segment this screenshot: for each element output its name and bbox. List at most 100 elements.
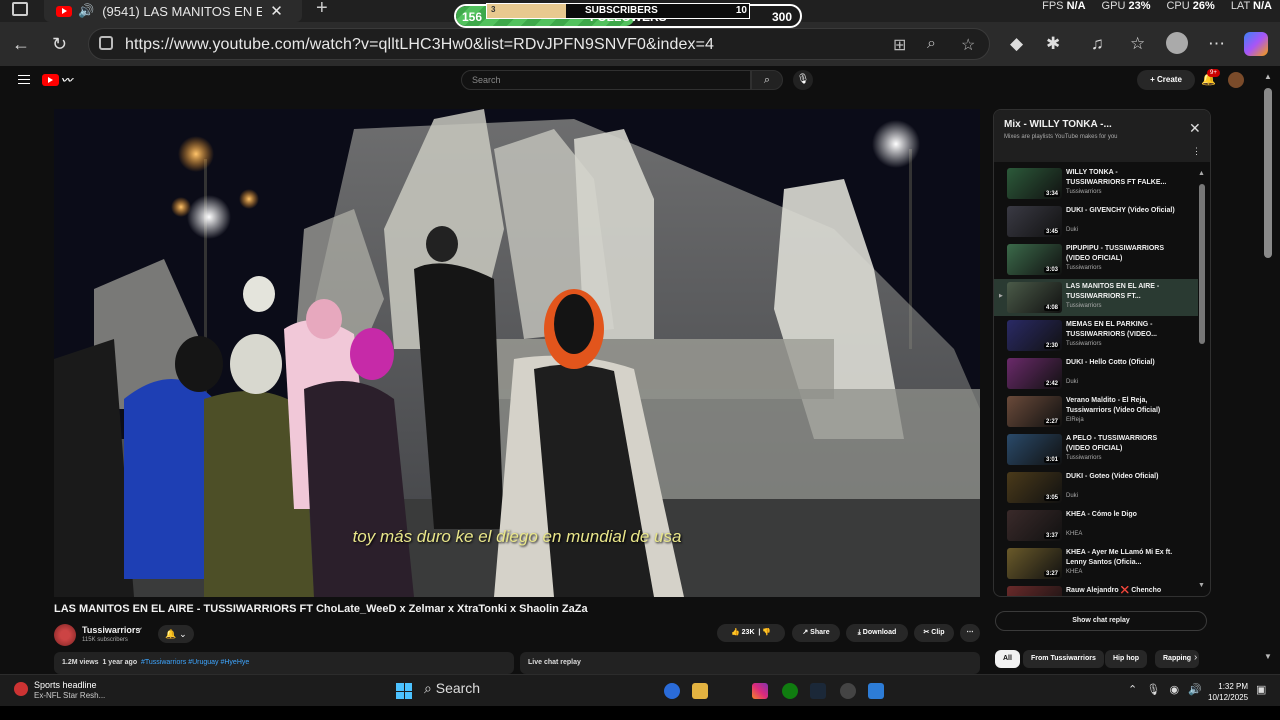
- playlist-item-thumbnail[interactable]: 3:34: [1007, 168, 1062, 199]
- playlist-item[interactable]: 3:03 PIPUPIPU - TUSSIWARRIORS (VIDEO OFIC…: [994, 241, 1198, 278]
- chip-hip-hop[interactable]: Hip hop: [1105, 650, 1148, 668]
- live-chat-replay-header[interactable]: Live chat replay: [520, 652, 980, 674]
- more-actions-icon[interactable]: ⋯: [960, 624, 980, 642]
- channel-avatar[interactable]: [54, 624, 76, 646]
- playlist-item-active[interactable]: ▶ 4:08 LAS MANITOS EN EL AIRE - TUSSIWARRI…: [994, 279, 1198, 316]
- page-scroll-thumb[interactable]: [1264, 88, 1272, 258]
- channel-name[interactable]: Tussiwarriors: [82, 625, 140, 635]
- close-playlist-icon[interactable]: ✕: [1189, 120, 1201, 137]
- profile-avatar[interactable]: [1166, 32, 1188, 54]
- notification-center-icon[interactable]: ▣: [1256, 683, 1266, 696]
- subscribed-bell-button[interactable]: 🔔 ⌄: [158, 625, 194, 643]
- video-player[interactable]: toy más duro ke el diego en mundial de u…: [54, 109, 980, 597]
- close-tab-icon[interactable]: ✕: [270, 2, 283, 20]
- copilot-icon[interactable]: [1244, 32, 1268, 56]
- reload-icon[interactable]: ↻: [52, 34, 67, 55]
- playlist-item-thumbnail[interactable]: 2:42: [1007, 358, 1062, 389]
- clip-button[interactable]: ✂ Clip: [914, 624, 954, 642]
- playlist-item-title: Verano Maldito - El Reja, Tussiwarriors …: [1066, 397, 1161, 414]
- playlist-title[interactable]: Mix - WILLY TONKA -...: [1004, 119, 1112, 130]
- back-icon[interactable]: ←: [12, 34, 30, 55]
- create-button[interactable]: + Create: [1137, 70, 1195, 90]
- file-explorer-icon[interactable]: [692, 683, 708, 699]
- youtube-logo[interactable]: [42, 74, 59, 86]
- more-menu-icon[interactable]: ⋯: [1208, 34, 1225, 54]
- chip-rapping[interactable]: Rapping: [1155, 650, 1199, 668]
- playlist-item[interactable]: 3:27 KHEA - Ayer Me LLamó Mi Ex ft. Lenny…: [994, 545, 1198, 582]
- scroll-up-icon[interactable]: ▲: [1198, 170, 1205, 177]
- playlist-item[interactable]: 2:42 DUKI - Hello Cotto (Oficial) Duki: [994, 355, 1198, 392]
- description-box[interactable]: 1.2M views 1 year ago #Tussiwarriors #Ur…: [54, 652, 514, 674]
- playlist-more-icon[interactable]: ⋮: [1192, 146, 1201, 157]
- playlist-scroll-thumb[interactable]: [1199, 184, 1205, 344]
- video-caption: toy más duro ke el diego en mundial de u…: [352, 527, 682, 546]
- steam-icon[interactable]: [810, 683, 826, 699]
- favorite-star-icon[interactable]: ☆: [961, 35, 975, 55]
- playlist-item[interactable]: 3:45 DUKI - GIVENCHY (Video Oficial) Duki: [994, 203, 1198, 240]
- playlist-item-thumbnail[interactable]: 3:45: [1007, 206, 1062, 237]
- playlist-item-channel: Tussiwarriors: [1066, 265, 1102, 271]
- app-blue-icon[interactable]: [868, 683, 884, 699]
- playlist-item-thumbnail[interactable]: 2:27: [1007, 396, 1062, 427]
- media-icon[interactable]: ♫: [1091, 34, 1104, 54]
- tab-actions-icon[interactable]: [12, 2, 28, 16]
- favorites-icon[interactable]: ☆: [1130, 34, 1145, 54]
- new-tab-icon[interactable]: +: [316, 0, 328, 20]
- playlist-item-duration: 3:37: [1043, 533, 1060, 539]
- performance-readout: FPS N/A GPU 23% CPU 26% LAT N/A: [1042, 0, 1272, 12]
- page-scroll-up-icon[interactable]: ▲: [1264, 72, 1272, 81]
- playlist-item[interactable]: 3:34 WILLY TONKA - TUSSIWARRIORS FT FALKE…: [994, 165, 1198, 202]
- subscribers-goal-bar: 3 SUBSCRIBERS 10: [486, 3, 750, 19]
- menu-icon[interactable]: [18, 75, 30, 84]
- playlist-item[interactable]: 4:50 Rauw Alejandro ❌ Chencho Corleone FT…: [994, 583, 1198, 596]
- instagram-icon[interactable]: [752, 683, 768, 699]
- app-available-icon[interactable]: ⊞: [893, 35, 906, 55]
- page-scroll-down-icon[interactable]: ▼: [1264, 652, 1272, 661]
- playlist-item[interactable]: 3:01 A PELO - TUSSIWARRIORS (VIDEO OFICIA…: [994, 431, 1198, 468]
- app-icon[interactable]: [840, 683, 856, 699]
- download-button[interactable]: ⤓ Download: [846, 624, 908, 642]
- xbox-icon[interactable]: [782, 683, 798, 699]
- edge-icon[interactable]: [664, 683, 680, 699]
- hashtags[interactable]: #Tussiwarriors #Uruguay #HyeHye: [141, 659, 249, 666]
- chip-from-tussiwarriors[interactable]: From Tussiwarriors: [1023, 650, 1104, 668]
- search-button[interactable]: ⌕: [751, 70, 783, 90]
- playlist-item-thumbnail[interactable]: 3:27: [1007, 548, 1062, 579]
- playlist-item-thumbnail[interactable]: 3:03: [1007, 244, 1062, 275]
- address-bar[interactable]: https://www.youtube.com/watch?v=qlltLHC3…: [88, 28, 990, 60]
- windows-start-icon[interactable]: [396, 683, 412, 699]
- playlist-item[interactable]: 3:05 DUKI - Goteo (Video Oficial) Duki: [994, 469, 1198, 506]
- playlist-item-thumbnail[interactable]: 4:08: [1007, 282, 1062, 313]
- url-text[interactable]: https://www.youtube.com/watch?v=qlltLHC3…: [125, 36, 714, 54]
- account-avatar[interactable]: [1228, 72, 1244, 88]
- playlist-item[interactable]: 2:27 Verano Maldito - El Reja, Tussiwarri…: [994, 393, 1198, 430]
- extension-shield-icon[interactable]: ◆: [1010, 34, 1023, 54]
- search-input[interactable]: Search: [461, 70, 751, 90]
- scroll-down-icon[interactable]: ▼: [1198, 582, 1205, 589]
- playlist-item-thumbnail[interactable]: 3:37: [1007, 510, 1062, 541]
- playlist-item-thumbnail[interactable]: 3:05: [1007, 472, 1062, 503]
- taskbar-search[interactable]: ⌕ Search: [424, 680, 524, 702]
- chip-all[interactable]: All: [995, 650, 1020, 668]
- playlist-scrollbar[interactable]: ▲ ▼: [1198, 170, 1205, 590]
- playlist-item-thumbnail[interactable]: 4:50: [1007, 586, 1062, 596]
- youtube-header: 〰 Search ⌕ 🎙 + Create 🔔 9+: [4, 66, 1260, 96]
- speaker-icon[interactable]: 🔊: [78, 3, 94, 19]
- system-tray[interactable]: ⌃ 🎙 ◉ 🔊: [1128, 683, 1202, 696]
- zoom-icon[interactable]: ⌕: [927, 35, 936, 53]
- page-scrollbar[interactable]: ▲ ▼: [1262, 70, 1274, 670]
- playlist-item-thumbnail[interactable]: 2:30: [1007, 320, 1062, 351]
- playlist-item[interactable]: 3:37 KHEA - Cómo le Digo KHEA: [994, 507, 1198, 544]
- show-chat-replay-button[interactable]: Show chat replay: [995, 611, 1207, 631]
- chips-next-icon[interactable]: ›: [1194, 652, 1197, 663]
- voice-search-icon[interactable]: 🎙: [793, 70, 813, 90]
- share-button[interactable]: ↗ Share: [792, 624, 840, 642]
- like-button[interactable]: 👍 23K | 👎: [717, 624, 785, 642]
- playlist-item-thumbnail[interactable]: 3:01: [1007, 434, 1062, 465]
- clock[interactable]: 1:32 PM 10/12/2025: [1208, 681, 1248, 703]
- site-info-icon[interactable]: [99, 36, 113, 50]
- extensions-icon[interactable]: ✱: [1046, 34, 1060, 54]
- subscribers-goal: 10: [735, 5, 747, 16]
- playlist-item[interactable]: 2:30 MEMAS EN EL PARKING - TUSSIWARRIORS …: [994, 317, 1198, 354]
- browser-tab[interactable]: 🔊 (9541) LAS MANITOS EN EL AIRE ✕: [44, 0, 302, 22]
